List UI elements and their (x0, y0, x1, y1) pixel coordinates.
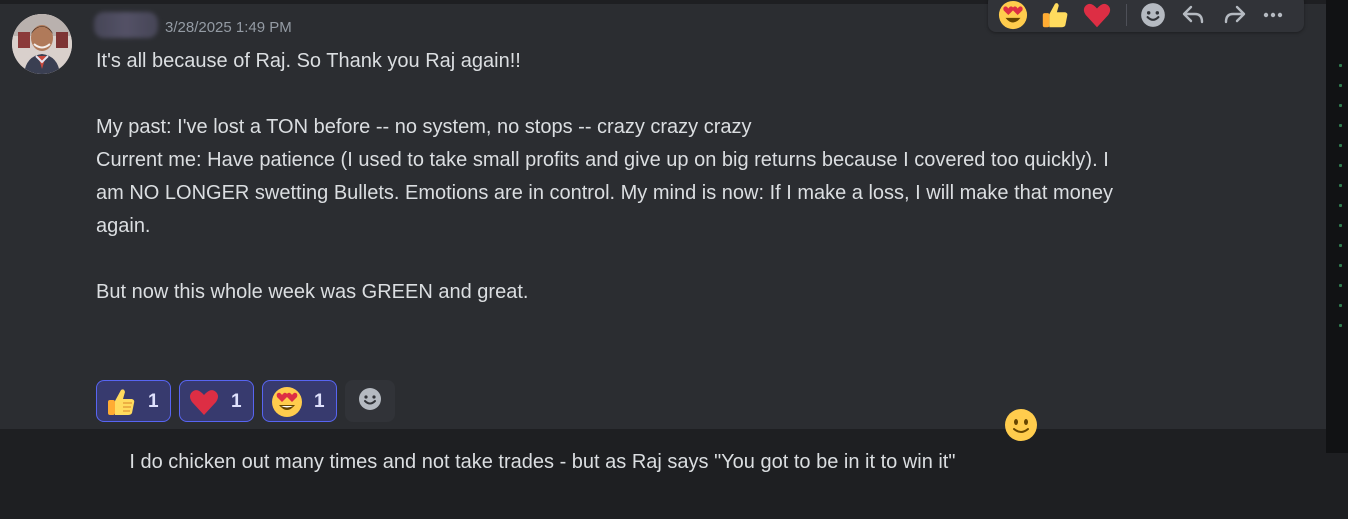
rail-marker (1339, 244, 1342, 247)
rail-marker (1339, 224, 1342, 227)
rail-marker (1339, 324, 1342, 327)
quick-react-thumbs-up[interactable] (1038, 0, 1072, 32)
message-timestamp: 3/28/2025 1:49 PM (165, 19, 292, 36)
rail-marker (1339, 124, 1342, 127)
reply-icon (1180, 2, 1206, 33)
rail-marker (1339, 84, 1342, 87)
add-reaction-button[interactable] (345, 380, 395, 422)
message-line-text: I do chicken out many times and not take… (129, 451, 956, 473)
message-line: Current me: Have patience (I used to tak… (96, 149, 1109, 171)
quick-react-heart-eyes[interactable] (996, 0, 1030, 32)
reaction-heart[interactable]: 1 (179, 380, 254, 422)
rail-marker (1339, 304, 1342, 307)
add-reaction-toolbar-button[interactable] (1136, 0, 1170, 32)
message-line: am NO LONGER swetting Bullets. Emotions … (96, 182, 1114, 204)
heart-eyes-icon (271, 386, 303, 418)
heart-icon (188, 386, 220, 418)
message-actions-toolbar (988, 0, 1304, 32)
message-line-blank (96, 309, 1266, 342)
thumbs-up-icon (1040, 0, 1070, 32)
toolbar-divider (1126, 4, 1127, 26)
message-line: again. (96, 215, 151, 237)
scrollbar-rail[interactable] (1326, 0, 1348, 453)
message-line-blank (96, 243, 1266, 276)
reply-button[interactable] (1176, 0, 1210, 32)
rail-marker (1339, 284, 1342, 287)
rail-marker (1339, 64, 1342, 67)
reaction-count: 1 (148, 391, 159, 412)
slightly-smiling-face-icon (959, 375, 1037, 486)
message-line: But now this whole week was GREEN and gr… (96, 281, 529, 303)
rail-marker (1339, 184, 1342, 187)
rail-marker (1339, 164, 1342, 167)
more-options-button[interactable] (1256, 0, 1290, 32)
reaction-thumbs-up[interactable]: 1 (96, 380, 171, 422)
username-blurred[interactable] (94, 12, 158, 38)
quick-react-heart[interactable] (1080, 0, 1114, 32)
reaction-heart-eyes[interactable]: 1 (262, 380, 337, 422)
message-line: It's all because of Raj. So Thank you Ra… (96, 50, 521, 72)
heart-icon (1082, 0, 1112, 32)
heart-eyes-icon (998, 0, 1028, 32)
rail-marker (1339, 144, 1342, 147)
rail-marker (1339, 264, 1342, 267)
forward-icon (1222, 2, 1248, 33)
user-avatar[interactable] (12, 14, 72, 74)
add-reaction-icon (357, 386, 383, 417)
rail-marker (1339, 204, 1342, 207)
add-reaction-icon (1139, 1, 1167, 33)
message-line-last: I do chicken out many times and not take… (96, 342, 1266, 519)
message-line: My past: I've lost a TON before -- no sy… (96, 116, 752, 138)
forward-button[interactable] (1218, 0, 1252, 32)
message-container: 3/28/2025 1:49 PM It's all because of Ra… (0, 0, 1326, 473)
avatar-image (12, 14, 72, 74)
reaction-count: 1 (314, 391, 325, 412)
thumbs-up-icon (105, 386, 137, 418)
rail-marker (1339, 104, 1342, 107)
message-line-blank (96, 78, 1266, 111)
message-body: It's all because of Raj. So Thank you Ra… (96, 45, 1266, 519)
more-icon (1260, 2, 1286, 33)
reaction-count: 1 (231, 391, 242, 412)
